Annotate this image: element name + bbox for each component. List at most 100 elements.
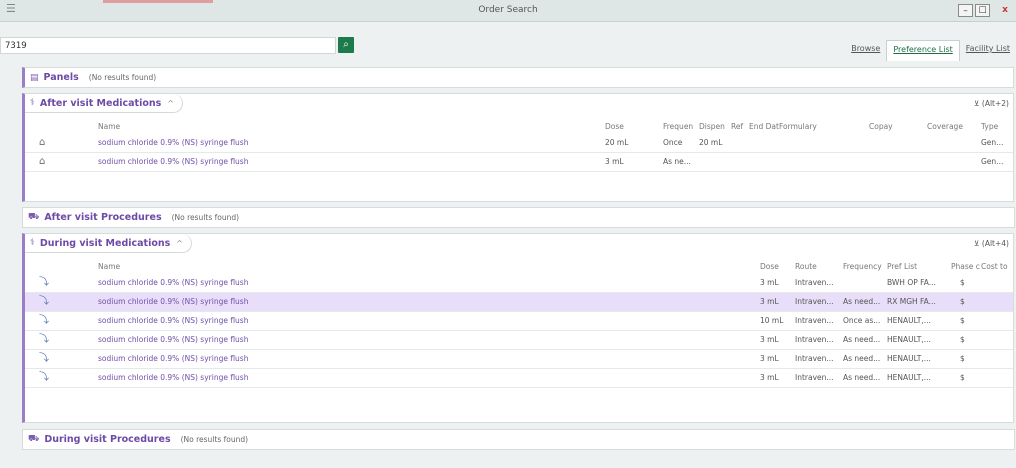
med-frequency: As need... <box>843 297 881 306</box>
med-dispense: 20 mL <box>699 138 723 147</box>
table-row[interactable]: ⤵ sodium chloride 0.9% (NS) syringe flus… <box>25 369 1013 388</box>
after-meds-column-header: Name Dose Frequen Dispen Ref End Dat For… <box>25 120 1013 134</box>
med-frequency: Once <box>663 138 683 147</box>
list-tabs: Browse Preference List Facility List <box>845 40 1016 61</box>
med-pref-list: BWH OP FA... <box>887 278 936 287</box>
table-row[interactable]: ⤵ sodium chloride 0.9% (NS) syringe flus… <box>25 293 1013 312</box>
med-cost: $ <box>960 297 965 306</box>
procedures-icon: ⛟ <box>28 434 40 444</box>
col-type[interactable]: Type <box>981 120 998 134</box>
table-row[interactable]: ⤵ sodium chloride 0.9% (NS) syringe flus… <box>25 350 1013 369</box>
col-frequency[interactable]: Frequency <box>843 260 882 274</box>
col-refills[interactable]: Ref <box>731 120 743 134</box>
col-pref-list[interactable]: Pref List <box>887 260 917 274</box>
col-dose[interactable]: Dose <box>605 120 624 134</box>
after-meds-shortcut[interactable]: ⊻ (Alt+2) <box>974 99 1009 108</box>
during-visit-medications-section: ⚕ During visit Medications ^ ⊻ (Alt+4) N… <box>22 233 1014 423</box>
window-title: Order Search <box>478 5 538 15</box>
search-input[interactable] <box>0 37 336 54</box>
after-procs-header[interactable]: ⛟ After visit Procedures (No results fou… <box>23 208 248 227</box>
col-coverage[interactable]: Coverage <box>927 120 963 134</box>
table-row[interactable]: ⤵ sodium chloride 0.9% (NS) syringe flus… <box>25 274 1013 293</box>
after-meds-title: After visit Medications <box>39 97 162 109</box>
titlebar-red-strip <box>103 0 213 3</box>
med-pref-list: HENAULT,... <box>887 373 931 382</box>
col-dispense[interactable]: Dispen <box>699 120 725 134</box>
search-icon: ⌕ <box>343 39 349 50</box>
med-cost: $ <box>960 335 965 344</box>
maximize-button[interactable]: ☐ <box>975 4 990 17</box>
syringe-icon: ⤵ <box>39 353 49 364</box>
after-meds-shortcut-label: (Alt+2) <box>981 99 1009 108</box>
table-row[interactable]: ⌂ sodium chloride 0.9% (NS) syringe flus… <box>25 134 1013 153</box>
during-meds-column-header: Name Dose Route Frequency Pref List Phas… <box>25 260 1013 274</box>
during-meds-header[interactable]: ⚕ During visit Medications ^ <box>25 234 192 253</box>
after-procs-title: After visit Procedures <box>44 212 162 223</box>
col-name[interactable]: Name <box>98 120 120 134</box>
col-frequency[interactable]: Frequen <box>663 120 693 134</box>
panels-note: (No results found) <box>88 73 157 82</box>
med-name: sodium chloride 0.9% (NS) syringe flush <box>98 335 249 344</box>
col-dose[interactable]: Dose <box>760 260 779 274</box>
during-meds-shortcut-label: (Alt+4) <box>981 239 1009 248</box>
during-procs-note: (No results found) <box>180 435 249 444</box>
col-name[interactable]: Name <box>98 260 120 274</box>
med-pref-list: HENAULT,... <box>887 316 931 325</box>
med-route: Intraven... <box>795 354 834 363</box>
med-dose: 3 mL <box>760 335 779 344</box>
med-pref-list: RX MGH FA... <box>887 297 936 306</box>
col-phase[interactable]: Phase c <box>951 260 980 274</box>
during-visit-procedures-section: ⛟ During visit Procedures (No results fo… <box>22 429 1015 450</box>
med-name: sodium chloride 0.9% (NS) syringe flush <box>98 138 249 147</box>
med-name: sodium chloride 0.9% (NS) syringe flush <box>98 297 249 306</box>
collapse-caret-icon[interactable]: ^ <box>167 99 174 108</box>
med-name: sodium chloride 0.9% (NS) syringe flush <box>98 373 249 382</box>
med-name: sodium chloride 0.9% (NS) syringe flush <box>98 316 249 325</box>
col-formulary[interactable]: Formulary <box>779 120 817 134</box>
panels-title: Panels <box>43 72 79 83</box>
med-pref-list: HENAULT,... <box>887 354 931 363</box>
tab-browse[interactable]: Browse <box>845 40 886 61</box>
collapse-caret-icon[interactable]: ^ <box>176 239 183 248</box>
syringe-icon: ⤵ <box>39 296 49 307</box>
title-bar: ☰ Order Search – ☐ x <box>0 0 1016 22</box>
med-dose: 3 mL <box>760 278 779 287</box>
col-cost[interactable]: Cost to <box>981 260 1008 274</box>
sort-icon: ⊻ <box>974 99 980 108</box>
med-route: Intraven... <box>795 297 834 306</box>
med-cost: $ <box>960 354 965 363</box>
med-dose: 3 mL <box>760 297 779 306</box>
med-frequency: As need... <box>843 373 881 382</box>
syringe-icon: ⤵ <box>39 334 49 345</box>
during-meds-shortcut[interactable]: ⊻ (Alt+4) <box>974 239 1009 248</box>
table-row[interactable]: ⌂ sodium chloride 0.9% (NS) syringe flus… <box>25 153 1013 172</box>
search-button[interactable]: ⌕ <box>338 37 354 53</box>
during-meds-title: During visit Medications <box>39 237 171 249</box>
syringe-icon: ⤵ <box>39 372 49 383</box>
med-name: sodium chloride 0.9% (NS) syringe flush <box>98 278 249 287</box>
med-dose: 3 mL <box>760 373 779 382</box>
col-end-date[interactable]: End Dat <box>749 120 779 134</box>
minimize-button[interactable]: – <box>958 4 973 17</box>
panels-header[interactable]: ▤ Panels (No results found) <box>25 68 165 87</box>
during-procs-header[interactable]: ⛟ During visit Procedures (No results fo… <box>23 430 257 449</box>
col-copay[interactable]: Copay <box>869 120 893 134</box>
med-frequency: As need... <box>843 335 881 344</box>
table-row[interactable]: ⤵ sodium chloride 0.9% (NS) syringe flus… <box>25 312 1013 331</box>
table-row[interactable]: ⤵ sodium chloride 0.9% (NS) syringe flus… <box>25 331 1013 350</box>
med-dose: 3 mL <box>605 157 624 166</box>
tab-preference-list[interactable]: Preference List <box>886 40 960 61</box>
after-meds-header[interactable]: ⚕ After visit Medications ^ <box>25 94 183 113</box>
med-type: Gen... <box>981 138 1004 147</box>
sort-icon: ⊻ <box>974 239 980 248</box>
house-icon: ⌂ <box>39 156 46 167</box>
close-button[interactable]: x <box>994 4 1016 17</box>
med-cost: $ <box>960 278 965 287</box>
tab-facility-list[interactable]: Facility List <box>960 40 1016 61</box>
med-frequency: As need... <box>843 354 881 363</box>
col-route[interactable]: Route <box>795 260 817 274</box>
medications-icon: ⚕ <box>30 98 35 108</box>
house-icon: ⌂ <box>39 137 46 148</box>
panels-section: ▤ Panels (No results found) <box>22 67 1014 88</box>
med-route: Intraven... <box>795 316 834 325</box>
